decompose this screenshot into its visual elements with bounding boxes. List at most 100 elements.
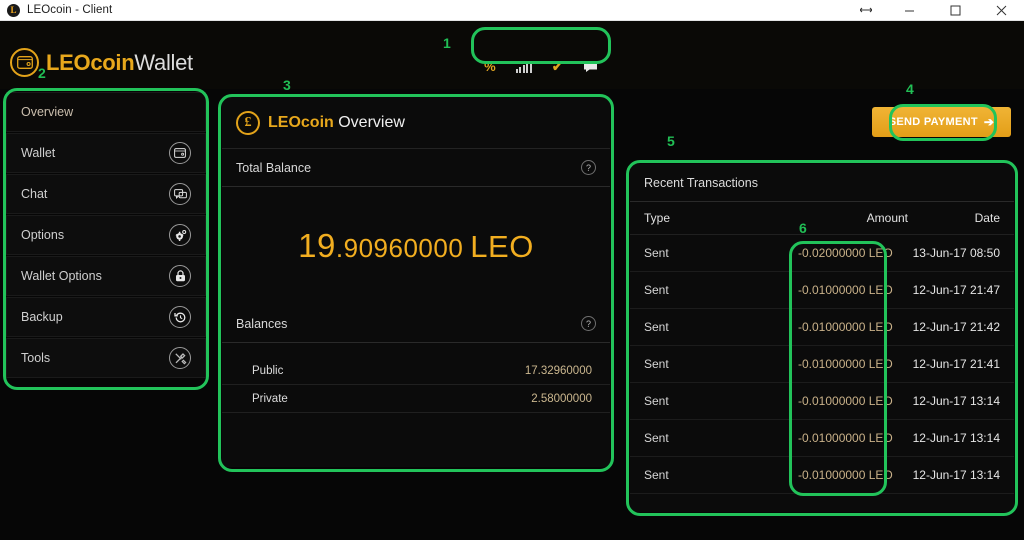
help-icon[interactable]: ? (581, 316, 596, 331)
transaction-amount: -0.01000000 LEO (798, 394, 893, 408)
transaction-date: 12-Jun-17 13:14 (912, 468, 1000, 482)
table-row[interactable]: Sent -0.02000000 LEO 13-Jun-17 08:50 (630, 235, 1014, 272)
balance-row-private: Private 2.58000000 (222, 385, 610, 413)
balance-row-value: 17.32960000 (524, 364, 592, 377)
app-header: LEOcoinWallet % ✔ (0, 21, 1024, 89)
lock-icon (169, 265, 191, 287)
transaction-type: Sent (644, 431, 669, 445)
sidebar-item-label: Options (21, 228, 65, 242)
transaction-type: Sent (644, 283, 669, 297)
transaction-date: 12-Jun-17 13:14 (912, 394, 1000, 408)
overview-panel: £ LEOcoin Overview Total Balance ? 19.90… (222, 97, 610, 467)
balance-row-public: Public 17.32960000 (222, 357, 610, 385)
gear-icon (169, 224, 191, 246)
balances-label: Balances (236, 316, 288, 331)
transaction-date: 12-Jun-17 13:14 (912, 431, 1000, 445)
annotation-label-5: 5 (667, 133, 675, 149)
status-toolbar: % ✔ (474, 51, 608, 82)
help-icon[interactable]: ? (581, 160, 596, 175)
recent-transactions-panel: Recent Transactions Type Amount Date Sen… (630, 164, 1014, 512)
table-row[interactable]: Sent -0.01000000 LEO 12-Jun-17 21:42 (630, 309, 1014, 346)
sidebar-item-overview[interactable]: Overview (6, 92, 206, 132)
column-header-amount: Amount (866, 211, 908, 225)
sidebar-nav: Overview Wallet Chat Options Wallet Opti… (6, 92, 206, 379)
transaction-amount: -0.01000000 LEO (798, 357, 893, 371)
overview-title-light: Overview (338, 113, 405, 131)
annotation-label-6: 6 (799, 220, 807, 236)
sidebar-item-options[interactable]: Options (6, 215, 206, 255)
resize-icon[interactable] (846, 0, 886, 21)
transaction-date: 13-Jun-17 08:50 (912, 246, 1000, 260)
sidebar-item-wallet[interactable]: Wallet (6, 133, 206, 173)
transaction-type: Sent (644, 468, 669, 482)
table-row[interactable]: Sent -0.01000000 LEO 12-Jun-17 21:41 (630, 346, 1014, 383)
sidebar-item-label: Overview (21, 105, 74, 119)
annotation-label-2: 2 (38, 65, 46, 81)
wallet-icon (169, 142, 191, 164)
balance-row-label: Private (252, 392, 288, 405)
arrow-right-icon: ➔ (983, 115, 995, 129)
leocoin-coin-icon: £ (236, 110, 260, 135)
column-header-type: Type (644, 211, 671, 225)
balance-unit: LEO (470, 229, 534, 264)
overview-panel-title: LEOcoin Overview (268, 114, 405, 132)
transaction-amount: -0.01000000 LEO (798, 431, 893, 445)
check-icon[interactable]: ✔ (552, 59, 563, 75)
annotation-label-1: 1 (443, 35, 451, 51)
sidebar-item-label: Wallet Options (21, 269, 102, 283)
send-payment-button[interactable]: SEND PAYMENT ➔ (872, 107, 1011, 137)
sidebar-item-tools[interactable]: Tools (6, 338, 206, 378)
balances-spacer (222, 343, 610, 357)
sidebar-item-chat[interactable]: Chat (6, 174, 206, 214)
percent-icon[interactable]: % (484, 59, 496, 74)
transaction-amount: -0.01000000 LEO (798, 283, 893, 297)
maximize-icon[interactable] (932, 0, 978, 21)
transaction-date: 12-Jun-17 21:42 (912, 320, 1000, 334)
transactions-column-headers: Type Amount Date (630, 202, 1014, 235)
overview-panel-header: £ LEOcoin Overview (222, 97, 610, 149)
transaction-date: 12-Jun-17 21:47 (912, 283, 1000, 297)
balance-row-value: 2.58000000 (531, 392, 592, 405)
brand-text: LEOcoinWallet (46, 50, 193, 76)
signal-bars-icon[interactable] (515, 60, 532, 73)
brand-light: Wallet (134, 49, 193, 75)
send-payment-label: SEND PAYMENT (888, 116, 978, 128)
sidebar-item-label: Wallet (21, 146, 56, 160)
total-balance-header: Total Balance ? (222, 149, 610, 187)
transaction-type: Sent (644, 320, 669, 334)
transaction-amount: -0.01000000 LEO (798, 320, 893, 334)
annotation-label-3: 3 (283, 77, 291, 93)
sidebar-item-backup[interactable]: Backup (6, 297, 206, 337)
window-controls (846, 0, 1024, 21)
leocoin-icon: L (7, 3, 20, 17)
chat-icon (169, 183, 191, 205)
table-row[interactable]: Sent -0.01000000 LEO 12-Jun-17 13:14 (630, 383, 1014, 420)
chat-bubble-icon[interactable] (583, 61, 598, 73)
sidebar-item-wallet-options[interactable]: Wallet Options (6, 256, 206, 296)
sidebar-item-label: Backup (21, 310, 63, 324)
table-row[interactable]: Sent -0.01000000 LEO 12-Jun-17 13:14 (630, 457, 1014, 494)
annotation-label-4: 4 (906, 81, 914, 97)
transaction-amount: -0.02000000 LEO (798, 246, 893, 260)
tools-icon (169, 347, 191, 369)
total-balance-value: 19.90960000 LEO (298, 227, 534, 265)
sidebar-item-label: Tools (21, 351, 51, 365)
transaction-type: Sent (644, 357, 669, 371)
window-title: LEOcoin - Client (27, 4, 113, 16)
window-titlebar: L LEOcoin - Client (0, 0, 1024, 21)
overview-title-bold: LEOcoin (268, 113, 334, 131)
transaction-date: 12-Jun-17 21:41 (912, 357, 1000, 371)
transaction-amount: -0.01000000 LEO (798, 468, 893, 482)
transaction-type: Sent (644, 246, 669, 260)
transactions-title: Recent Transactions (630, 164, 1014, 202)
table-row[interactable]: Sent -0.01000000 LEO 12-Jun-17 13:14 (630, 420, 1014, 457)
table-row[interactable]: Sent -0.01000000 LEO 12-Jun-17 21:47 (630, 272, 1014, 309)
balances-header: Balances ? (222, 305, 610, 343)
total-balance-value-area: 19.90960000 LEO (222, 187, 610, 305)
sidebar-item-label: Chat (21, 187, 48, 201)
wallet-logo-icon (10, 48, 39, 77)
total-balance-label: Total Balance (236, 160, 312, 175)
app-window: L LEOcoin - Client LEOcoinWallet % ✔ Ove… (0, 0, 1024, 540)
close-icon[interactable] (978, 0, 1024, 21)
minimize-icon[interactable] (886, 0, 932, 21)
